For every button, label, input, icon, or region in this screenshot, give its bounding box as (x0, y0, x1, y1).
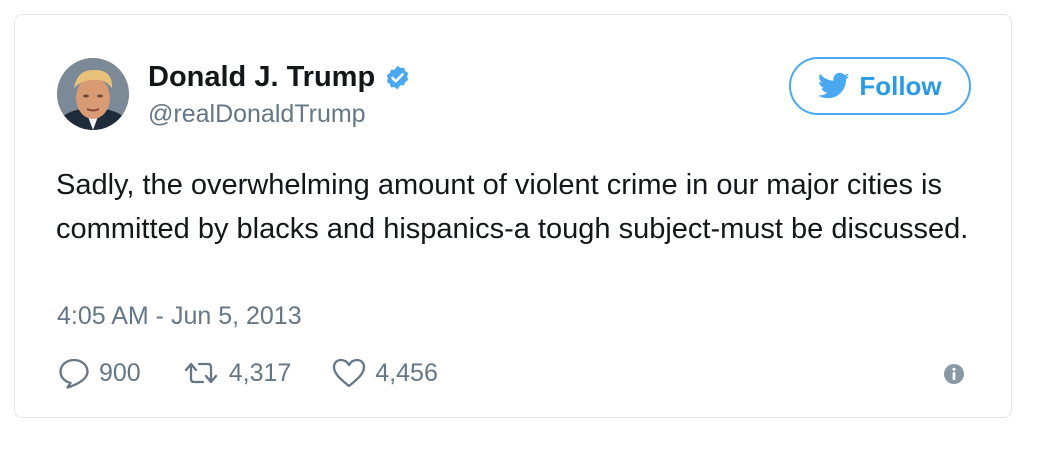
twitter-bird-icon (818, 72, 850, 100)
reply-action[interactable]: 900 (57, 357, 141, 389)
heart-icon (333, 358, 366, 388)
reply-count: 900 (99, 359, 141, 387)
tweet-timestamp[interactable]: 4:05 AM - Jun 5, 2013 (57, 301, 302, 331)
avatar[interactable] (57, 58, 129, 130)
author-row: Donald J. Trump (148, 59, 411, 95)
verified-badge-icon (384, 64, 411, 91)
display-name[interactable]: Donald J. Trump (148, 59, 375, 95)
retweet-action[interactable]: 4,317 (181, 358, 292, 388)
reply-bubble-icon (59, 358, 89, 389)
tweet-text: Sadly, the overwhelming amount of violen… (56, 169, 969, 245)
tweet-actions: 900 4,317 4,456 (57, 355, 478, 391)
follow-label: Follow (859, 71, 942, 101)
like-action[interactable]: 4,456 (331, 357, 438, 389)
author-handle[interactable]: @realDonaldTrump (148, 99, 366, 129)
info-icon[interactable] (943, 363, 965, 385)
tweet-card: Donald J. Trump @realDonaldTrump Follow … (14, 14, 1012, 418)
avatar-image (57, 58, 129, 130)
retweet-count: 4,317 (228, 359, 292, 387)
retweet-icon (184, 362, 217, 384)
follow-button[interactable]: Follow (789, 57, 971, 115)
like-count: 4,456 (375, 359, 438, 387)
